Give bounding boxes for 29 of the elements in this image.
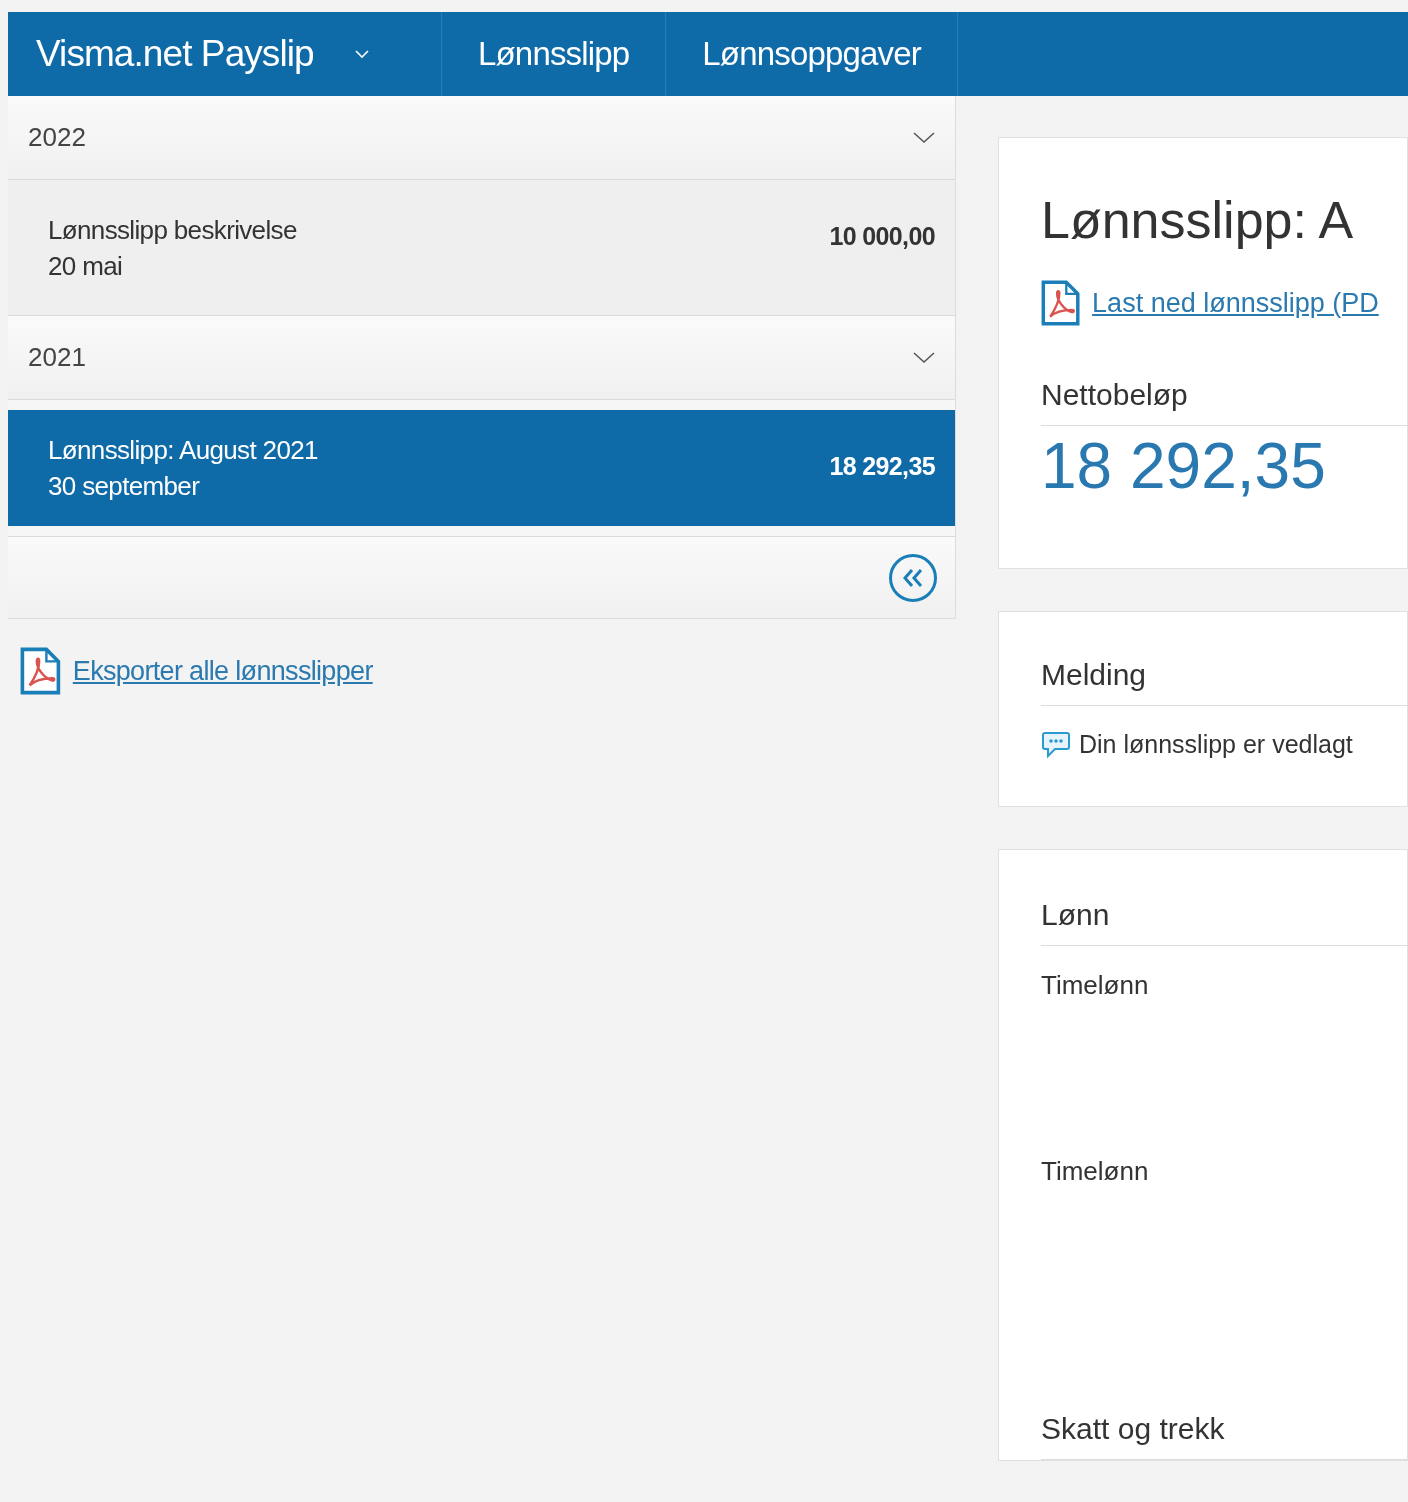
year-header[interactable]: 2022: [8, 96, 955, 180]
chevron-down-icon: [913, 131, 935, 144]
salary-heading: Lønn: [1041, 892, 1407, 946]
payslip-amount: 10 000,00: [829, 221, 935, 252]
pdf-file-icon: [1041, 280, 1081, 326]
net-amount-label: Nettobeløp: [1041, 372, 1407, 426]
collapse-panel-button[interactable]: [889, 553, 937, 602]
speech-bubble-icon: [1041, 730, 1071, 759]
download-pdf-link[interactable]: Last ned lønnsslipp (PD: [1092, 282, 1379, 324]
chevron-down-icon: [913, 351, 935, 364]
payslip-date: 30 september: [48, 470, 201, 503]
message-text: Din lønnsslipp er vedlagt: [1079, 729, 1353, 760]
message-heading: Melding: [1041, 652, 1407, 706]
payslip-item[interactable]: Lønnsslipp: August 2021 30 september 18 292,35: [8, 410, 955, 526]
payslip-title: Lønnsslipp: August 2021: [48, 434, 318, 467]
double-chevron-left-icon: [902, 567, 924, 588]
net-amount-value: 18 292,35: [1041, 429, 1327, 504]
payslip-amount: 18 292,35: [829, 451, 935, 482]
tax-heading: Skatt og trekk: [1041, 1406, 1407, 1460]
salary-row-label: Timelønn: [1041, 1155, 1150, 1188]
payslip-item[interactable]: Lønnsslipp beskrivelse 20 mai 10 000,00: [8, 180, 955, 316]
payslip-date: 20 mai: [48, 249, 124, 283]
payslip-title: Lønnsslipp beskrivelse: [48, 213, 297, 247]
chevron-down-icon: [353, 49, 370, 59]
payslip-heading: Lønnsslipp: A: [1041, 190, 1355, 251]
export-all-link[interactable]: Eksporter alle lønnsslipper: [72, 650, 373, 692]
year-header[interactable]: 2021: [8, 316, 955, 400]
pdf-file-icon: [20, 647, 61, 695]
salary-row-label: Timelønn: [1041, 969, 1150, 1002]
